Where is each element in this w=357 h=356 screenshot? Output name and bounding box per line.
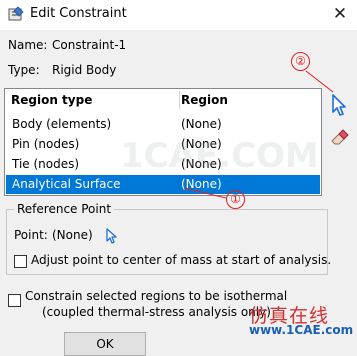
table-row-selected[interactable]: Analytical Surface (None) [6, 175, 320, 194]
isothermal-label: Constrain selected regions to be isother… [25, 289, 288, 303]
close-button[interactable]: ✕ [328, 3, 352, 25]
name-label: Name: [8, 38, 48, 52]
column-header-region[interactable]: Region [181, 93, 228, 107]
point-label: Point: [14, 228, 48, 242]
region-cell: (None) [181, 117, 222, 131]
adjust-point-checkbox[interactable] [14, 255, 27, 268]
ok-button[interactable]: OK [64, 332, 146, 356]
isothermal-sublabel: (coupled thermal-stress analysis only) [42, 305, 271, 319]
adjust-point-label: Adjust point to center of mass at start … [31, 253, 332, 267]
constraint-icon [8, 6, 24, 21]
region-type-cell: Tie (nodes) [12, 157, 80, 171]
type-label: Type: [8, 63, 40, 77]
region-type-cell: Pin (nodes) [12, 137, 80, 151]
eraser-icon[interactable] [330, 128, 350, 146]
reference-point-title: Reference Point [14, 202, 115, 216]
select-arrow-icon[interactable] [105, 228, 117, 244]
isothermal-checkbox[interactable] [8, 294, 21, 307]
annotation-marker-2: ② [291, 52, 310, 71]
column-header-region-type[interactable]: Region type [11, 93, 92, 107]
type-value: Rigid Body [52, 63, 117, 77]
table-row[interactable]: Body (elements) (None) [6, 115, 320, 134]
region-type-cell: Analytical Surface [12, 177, 121, 191]
watermark-url: www.1CAE.com [249, 323, 354, 337]
annotation-marker-1: ① [226, 190, 245, 209]
select-arrow-icon[interactable] [330, 93, 348, 117]
column-divider[interactable] [179, 91, 180, 109]
watermark-background: 1CAE.COM [120, 136, 319, 176]
window-title: Edit Constraint [30, 6, 127, 21]
region-cell: (None) [181, 177, 222, 191]
region-type-cell: Body (elements) [12, 117, 112, 131]
name-value: Constraint-1 [52, 38, 127, 52]
point-value: (None) [52, 228, 93, 242]
